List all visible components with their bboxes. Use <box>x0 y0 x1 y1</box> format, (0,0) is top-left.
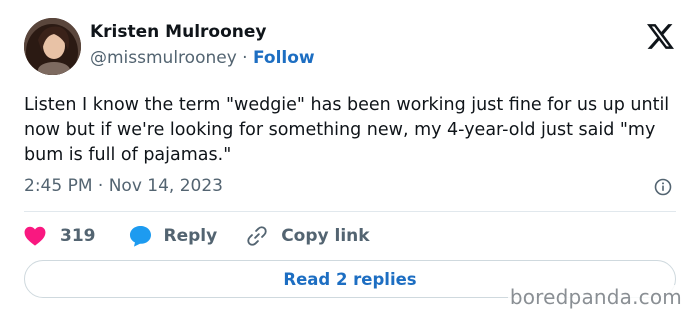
tweet-text: Listen I know the term "wedgie" has been… <box>24 95 670 165</box>
speech-bubble-icon <box>129 225 151 247</box>
tweet-card: Kristen Mulrooney @missmulrooney · Follo… <box>0 0 700 319</box>
author-handle-row: @missmulrooney · Follow <box>90 48 315 68</box>
reply-button[interactable]: Reply <box>129 225 218 247</box>
like-button[interactable]: 319 <box>24 226 96 246</box>
link-icon <box>247 226 267 246</box>
avatar[interactable] <box>24 18 81 75</box>
heart-icon <box>24 226 46 246</box>
watermark: boredpanda.com <box>507 285 684 309</box>
author-name[interactable]: Kristen Mulrooney <box>90 22 266 42</box>
tweet-actions: 319 Reply Copy link <box>24 224 370 248</box>
author-handle[interactable]: @missmulrooney <box>90 48 237 68</box>
copy-link-label: Copy link <box>281 226 370 246</box>
divider <box>24 211 676 212</box>
copy-link-button[interactable]: Copy link <box>246 225 370 247</box>
info-icon[interactable] <box>654 178 672 196</box>
follow-button[interactable]: Follow <box>253 48 315 68</box>
handle-separator: · <box>236 48 253 68</box>
tweet-timestamp[interactable]: 2:45 PM · Nov 14, 2023 <box>24 176 223 196</box>
like-count: 319 <box>60 226 96 246</box>
x-logo-icon[interactable] <box>647 24 674 49</box>
reply-label: Reply <box>163 226 218 246</box>
